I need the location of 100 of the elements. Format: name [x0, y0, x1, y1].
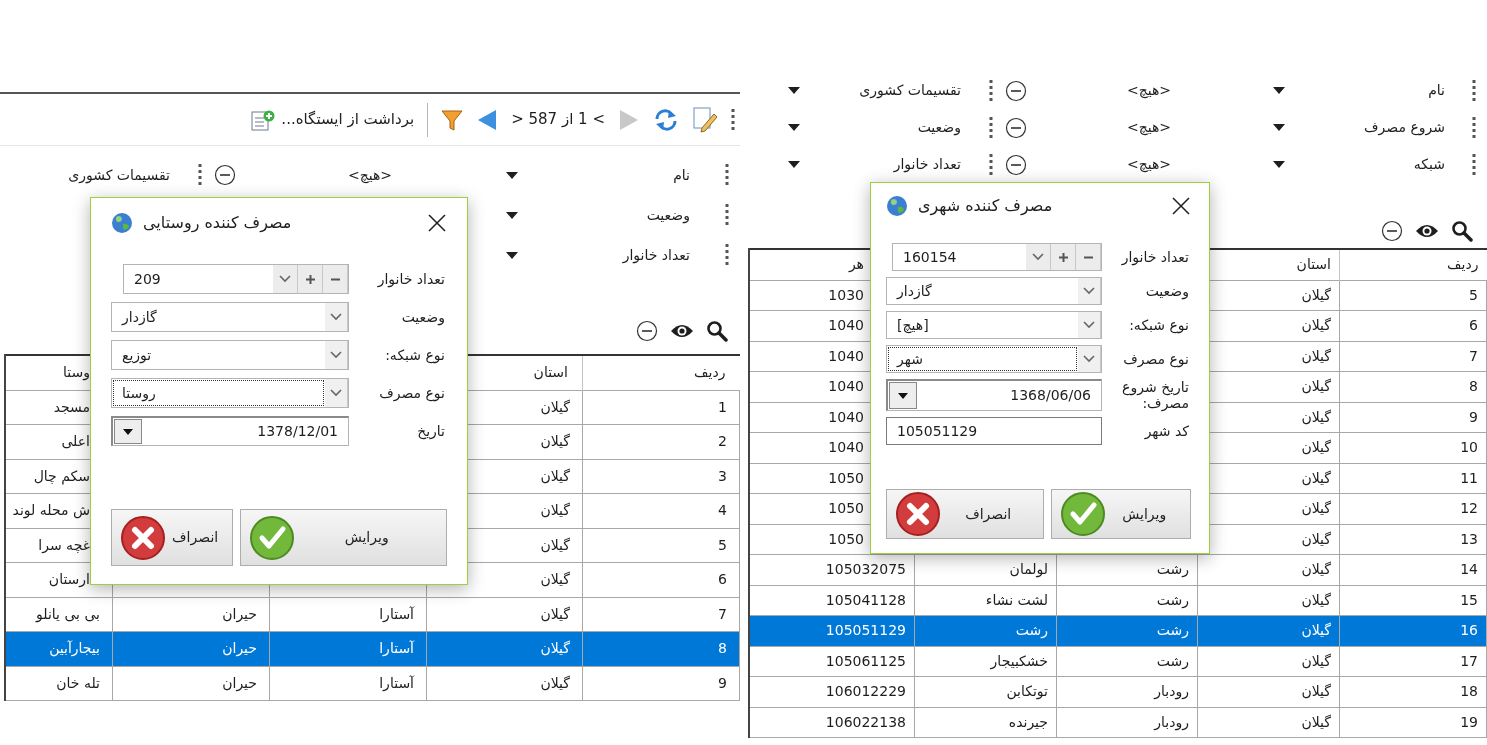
column-header[interactable]: ردیف [582, 355, 740, 390]
caret-icon[interactable] [506, 171, 518, 179]
combo-box[interactable]: توزیع [111, 340, 349, 370]
chevron-down-icon[interactable] [279, 275, 291, 283]
minus-circle-icon[interactable] [1005, 116, 1027, 139]
plus-icon[interactable] [305, 274, 315, 284]
combo-box[interactable]: روستا [111, 378, 349, 408]
table-cell: 11 [1339, 463, 1487, 494]
caret-icon[interactable] [898, 392, 908, 399]
toolbar-button[interactable]: برداشت از ایستگاه... [251, 108, 415, 131]
edit-button[interactable]: ویرایش [240, 509, 447, 566]
chevron-down-icon[interactable] [330, 313, 342, 321]
date-field[interactable]: 1368/06/06 [886, 379, 1102, 412]
spin-box[interactable]: 160154 [892, 243, 1102, 271]
table-cell: 8 [582, 631, 740, 666]
plus-icon[interactable] [1058, 252, 1068, 262]
combo-box[interactable]: شهر [886, 345, 1102, 373]
chevron-down-icon[interactable] [1083, 355, 1095, 363]
table-cell: 6 [582, 562, 740, 597]
combo-box[interactable]: [هیچ] [886, 311, 1102, 339]
combo-box[interactable]: گازدار [111, 302, 349, 332]
filter-value[interactable]: <هیچ> [240, 164, 500, 186]
table-cell: گیلان [1197, 615, 1340, 646]
spin-box[interactable]: 209 [123, 264, 349, 294]
grip-icon[interactable] [725, 243, 729, 267]
grip-icon[interactable] [725, 163, 729, 187]
combo-box[interactable]: گازدار [886, 277, 1102, 305]
caret-icon[interactable] [1273, 161, 1285, 168]
globe-icon [886, 195, 908, 217]
eye-icon[interactable] [670, 323, 694, 339]
minus-circle-icon[interactable] [636, 320, 658, 342]
table-cell: حیران [112, 597, 270, 632]
minus-circle-icon[interactable] [1005, 153, 1027, 176]
cancel-button[interactable]: انصراف [886, 489, 1045, 539]
search-icon[interactable] [706, 320, 728, 342]
filter-label: وضعیت [645, 205, 691, 226]
search-icon[interactable] [1451, 220, 1473, 242]
caret-icon[interactable] [1273, 124, 1285, 131]
edit-icon[interactable] [692, 106, 718, 133]
close-icon[interactable] [1171, 196, 1191, 216]
table-cell: گیلان [426, 631, 583, 666]
caret-icon[interactable] [788, 87, 800, 94]
minus-circle-icon[interactable] [1381, 220, 1403, 242]
column-header[interactable]: ردیف [1339, 249, 1487, 280]
chevron-down-icon[interactable] [330, 351, 342, 359]
eye-icon[interactable] [1415, 223, 1439, 239]
minus-circle-icon[interactable] [1005, 79, 1027, 102]
table-cell: 3 [582, 459, 740, 494]
caret-icon[interactable] [506, 211, 518, 219]
grip-icon[interactable] [725, 203, 729, 227]
grip-icon[interactable] [1472, 115, 1476, 140]
funnel-icon[interactable] [441, 107, 464, 132]
caret-icon[interactable] [123, 428, 133, 435]
grip-icon[interactable] [989, 78, 993, 103]
minus-circle-icon[interactable] [214, 164, 236, 186]
table-cell: 17 [1339, 646, 1487, 677]
table-cell: آستارا [269, 666, 427, 701]
table-cell: 2 [582, 424, 740, 459]
field-label: وضعیت [1144, 282, 1190, 300]
play-left-icon[interactable] [476, 107, 499, 132]
caret-icon[interactable] [788, 124, 800, 131]
filter-label: نام [672, 165, 691, 185]
table-cell: رودبار [1056, 676, 1198, 707]
filter-value[interactable]: <هیچ> [1031, 154, 1267, 175]
table-cell: گیلان [1197, 707, 1340, 738]
grip-icon[interactable] [1472, 152, 1476, 177]
grip-icon[interactable] [198, 163, 202, 187]
edit-button[interactable]: ویرایش [1051, 489, 1191, 539]
date-field[interactable]: 1378/12/01 [111, 416, 349, 446]
filter-value[interactable]: <هیچ> [1031, 80, 1267, 101]
filter-label: نام [1427, 81, 1446, 100]
chevron-down-icon[interactable] [330, 389, 342, 397]
chevron-down-icon[interactable] [1083, 287, 1095, 295]
field-label: تعداد خانوار [376, 270, 446, 288]
grip-icon[interactable] [731, 107, 735, 132]
cancel-icon [895, 491, 941, 537]
filter-label: تقسیمات کشوری [68, 165, 171, 186]
table-cell: 6 [1339, 310, 1487, 341]
caret-icon[interactable] [788, 161, 800, 168]
filter-value[interactable]: <هیچ> [1031, 117, 1267, 138]
table-cell: توتکابن [914, 676, 1057, 707]
grip-icon[interactable] [1472, 78, 1476, 103]
table-cell: بیجارآبین [4, 631, 113, 666]
cancel-button[interactable]: انصراف [111, 509, 234, 566]
table-cell: حیران [112, 631, 270, 666]
chevron-down-icon[interactable] [1032, 253, 1044, 261]
chevron-down-icon[interactable] [1083, 321, 1095, 329]
grip-icon[interactable] [989, 115, 993, 140]
refresh-icon[interactable] [653, 106, 679, 133]
table-cell: گیلان [1197, 646, 1340, 677]
table-cell: 9 [1339, 402, 1487, 433]
grip-icon[interactable] [989, 152, 993, 177]
close-icon[interactable] [427, 213, 447, 233]
caret-icon[interactable] [506, 251, 518, 259]
table-cell: 105051129 [748, 615, 915, 646]
table-cell: گیلان [1197, 676, 1340, 707]
globe-icon [111, 212, 133, 234]
table-cell: گیلان [1197, 554, 1340, 585]
input-field[interactable]: 105051129 [886, 417, 1102, 446]
caret-icon[interactable] [1273, 87, 1285, 94]
